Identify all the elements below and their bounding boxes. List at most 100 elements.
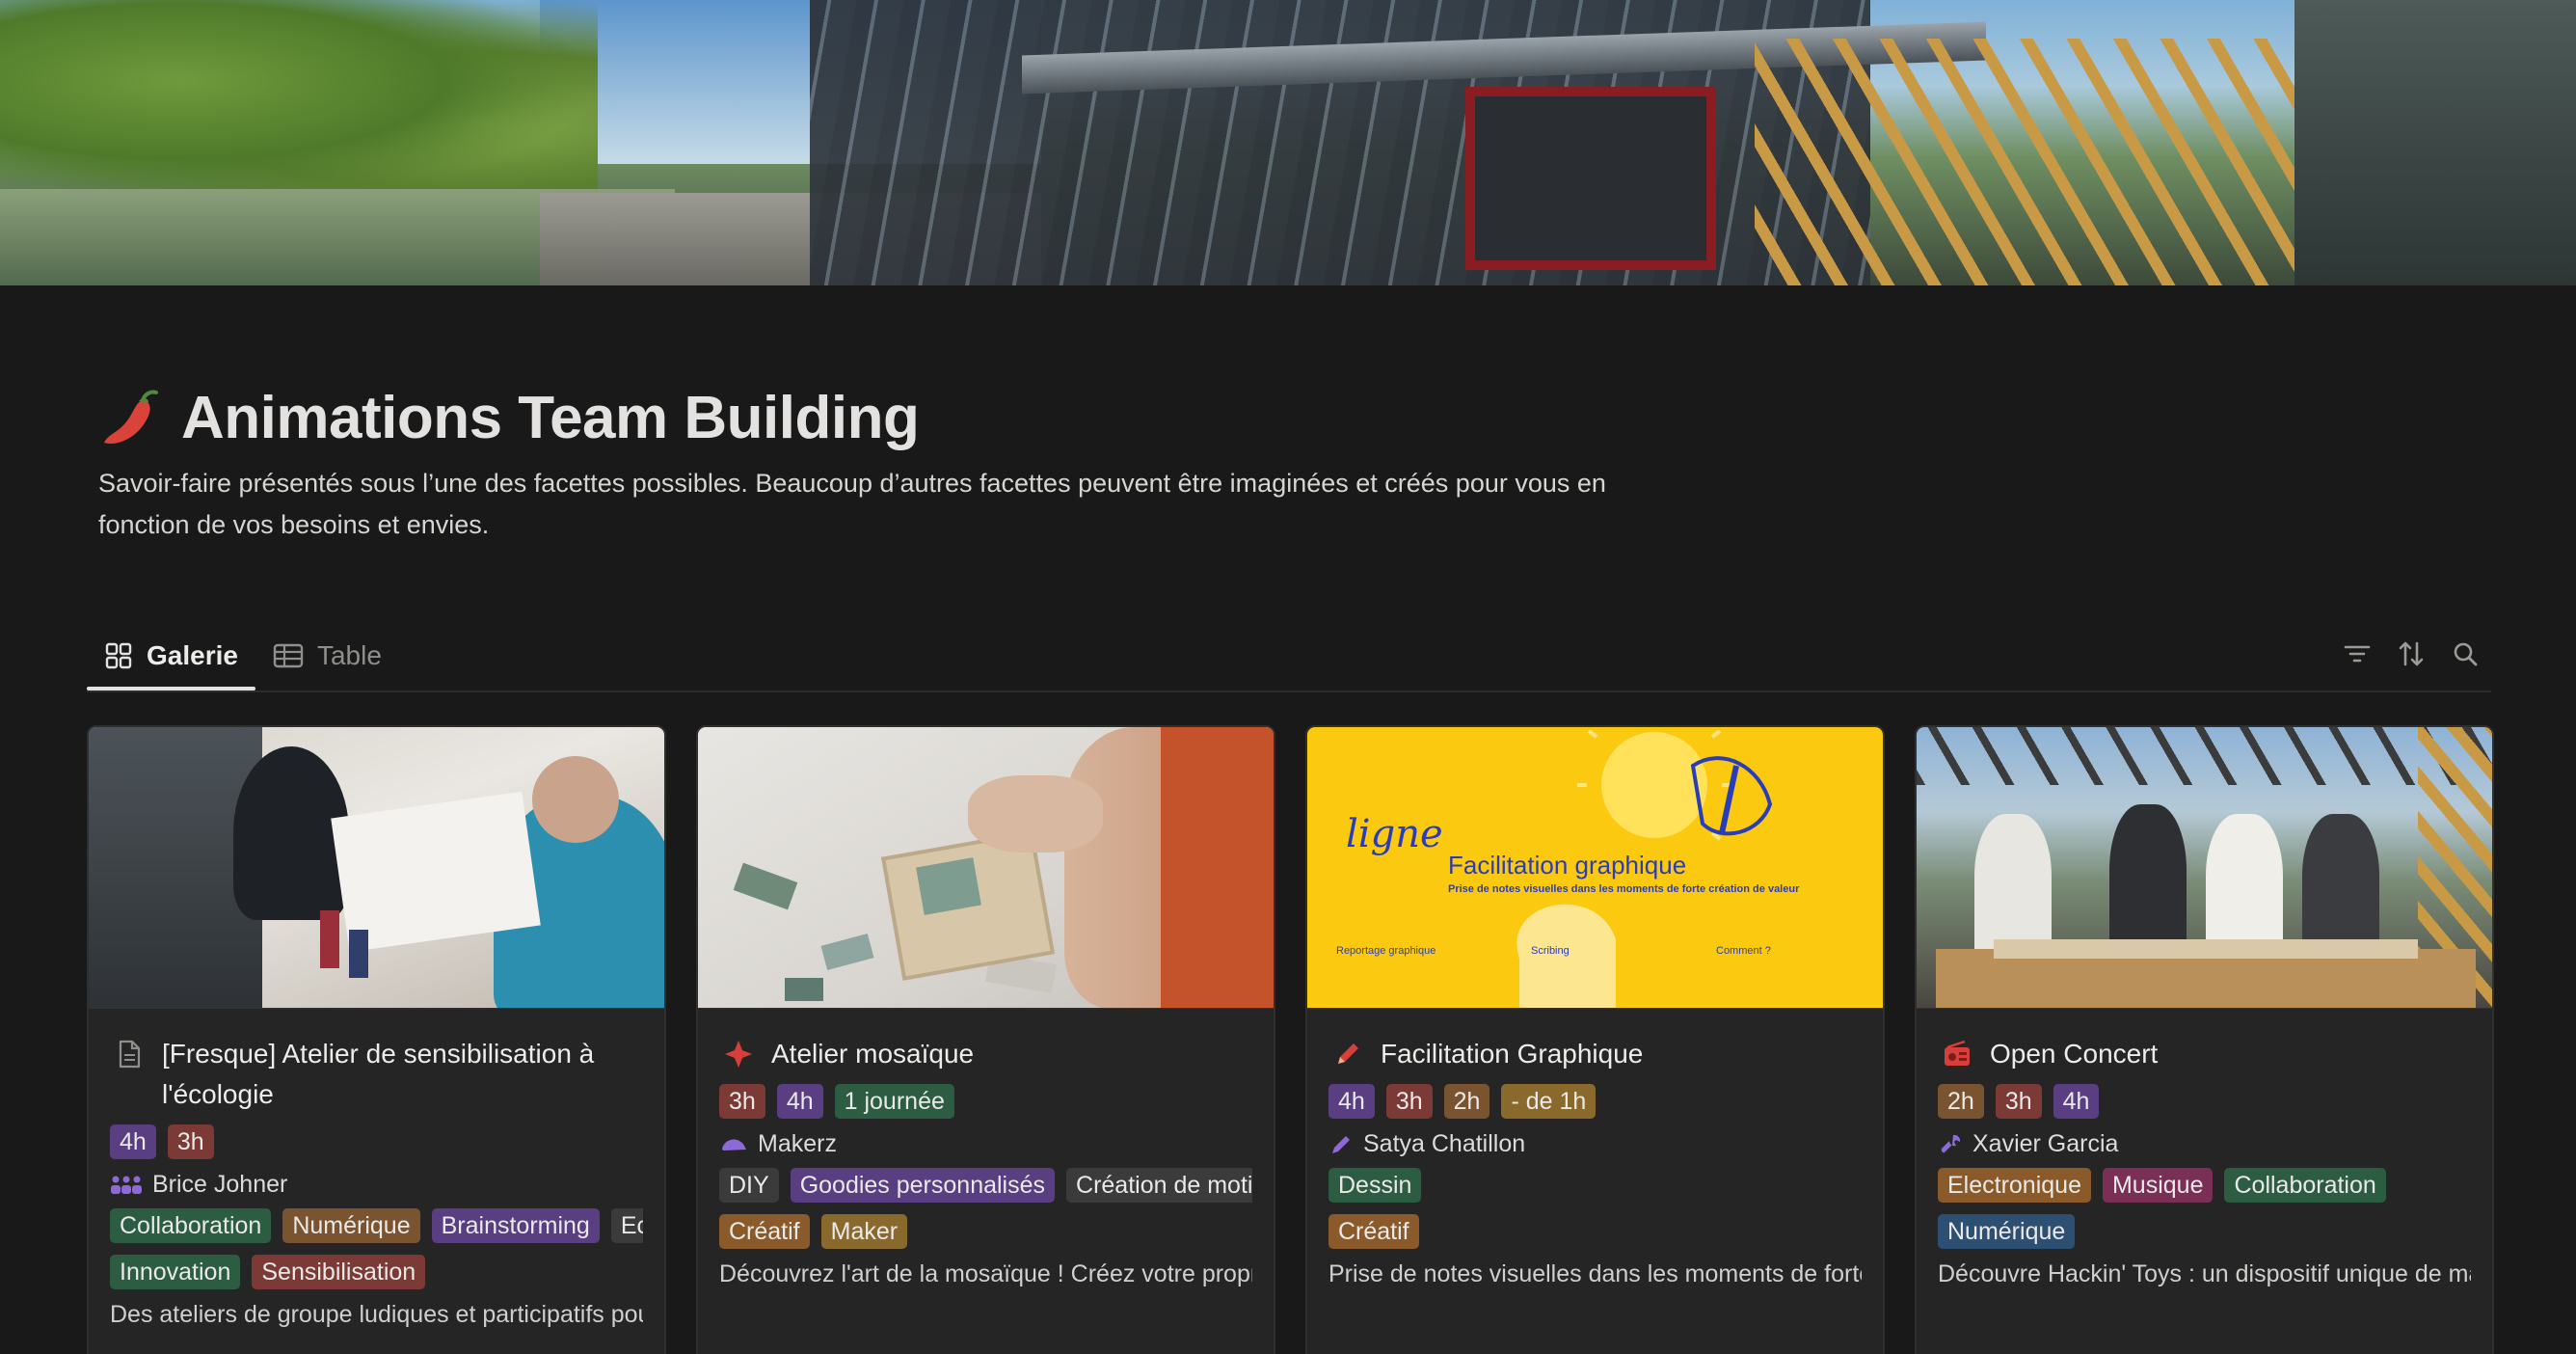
card-title[interactable]: Atelier mosaïque [719,1034,1252,1074]
duration-tag: 3h [1995,1084,2042,1119]
card-title[interactable]: Open Concert [1938,1034,2471,1074]
person-name: Xavier Garcia [1972,1130,2119,1157]
filter-icon [2344,645,2371,663]
search-icon [2454,642,2478,666]
duration-tag: 4h [1328,1084,1375,1119]
wrench-icon [1941,1134,1961,1152]
pen-icon [1332,1135,1350,1153]
duration-tag: 3h [719,1084,765,1119]
category-tags: Electronique Musique Collaboration [1938,1168,2471,1203]
pencil-icon [1338,1043,1358,1064]
duration-tags: 4h 3h [110,1124,643,1159]
category-tag: Création de motif [1066,1168,1252,1203]
cover-image [0,0,2576,285]
category-tags: Créatif Maker [719,1214,1252,1249]
card-person: Satya Chatillon [1328,1130,1862,1158]
card-cover-image: ligne Facilitation graphique Prise de no… [1307,727,1883,1009]
category-tag: Musique [2102,1168,2214,1203]
sort-button[interactable] [2395,635,2428,673]
person-name: Satya Chatillon [1363,1130,1526,1157]
card-title[interactable]: Facilitation Graphique [1328,1034,1862,1074]
duration-tag: 3h [167,1124,214,1159]
category-tags: Collaboration Numérique Brainstorming Ec [110,1208,643,1243]
gallery-card[interactable]: Open Concert 2h 3h 4h Xavier Garcia Elec… [1915,725,2494,1354]
duration-tag: 1 journée [834,1084,954,1119]
poster-brand: ligne [1346,812,1443,856]
card-description: Prise de notes visuelles dans les moment… [1328,1260,1862,1287]
category-tag: Innovation [110,1255,241,1289]
card-title[interactable]: [Fresque] Atelier de sensibilisation à l… [110,1034,643,1115]
gallery-card[interactable]: [Fresque] Atelier de sensibilisation à l… [87,725,666,1354]
page-header: Animations Team Building [96,384,920,452]
card-title-text: Open Concert [1990,1039,2159,1069]
duration-tags: 3h 4h 1 journée [719,1084,1252,1119]
category-tag: Créatif [1328,1214,1419,1249]
tab-galerie[interactable]: Galerie [87,627,255,691]
card-title-text: [Fresque] Atelier de sensibilisation à l… [162,1039,595,1109]
tab-label: Galerie [147,640,238,670]
card-cover-image [698,727,1274,1009]
poster-col-3: Comment ? [1716,945,1771,957]
document-icon [119,1040,141,1069]
card-description: Découvre Hackin' Toys : un dispositif un… [1938,1260,2471,1287]
category-tag: Numérique [1938,1214,2076,1249]
category-tags: Dessin [1328,1168,1862,1203]
card-cover-image [1917,727,2492,1009]
tabs-divider [87,691,2491,692]
card-cover-image [89,727,664,1009]
card-person: Xavier Garcia [1938,1130,2471,1158]
card-person: Makerz [719,1130,1252,1158]
chili-pepper-icon[interactable] [96,387,160,450]
duration-tag: - de 1h [1501,1084,1597,1119]
tab-table[interactable]: Table [255,627,399,685]
person-name: Brice Johner [152,1171,288,1198]
duration-tags: 2h 3h 4h [1938,1084,2471,1119]
duration-tags: 4h 3h 2h - de 1h [1328,1084,1862,1119]
category-tag: Collaboration [2224,1168,2386,1203]
category-tags: DIY Goodies personnalisés Création de mo… [719,1168,1252,1203]
duration-tag: 3h [1385,1084,1433,1119]
person-name: Makerz [758,1130,837,1157]
search-button[interactable] [2449,635,2482,673]
category-tag: Electronique [1938,1168,2091,1203]
duration-tag: 4h [2053,1084,2100,1119]
duration-tag: 4h [776,1084,823,1119]
sort-icon [2399,641,2424,666]
card-description: Découvrez l'art de la mosaïque ! Créez v… [719,1260,1252,1287]
page-description: Savoir-faire présentés sous l’une des fa… [98,469,1606,539]
view-tools [2341,635,2482,673]
poster-subtitle: Prise de notes visuelles dans les moment… [1448,883,1800,895]
category-tag: Goodies personnalisés [790,1168,1056,1203]
gallery-cards: [Fresque] Atelier de sensibilisation à l… [87,725,2494,1354]
category-tag: Brainstorming [431,1208,600,1243]
gallery-icon [105,642,132,669]
category-tag: Créatif [719,1214,810,1249]
tab-label: Table [316,640,382,670]
gallery-card[interactable]: ligne Facilitation graphique Prise de no… [1305,725,1885,1354]
page-title: Animations Team Building [181,385,920,451]
category-tag: Collaboration [110,1208,272,1243]
card-title-text: Facilitation Graphique [1381,1039,1644,1069]
category-tags: Numérique [1938,1214,2471,1249]
radio-icon [1945,1040,1970,1066]
card-description: Des ateliers de groupe ludiques et parti… [110,1301,643,1328]
category-tag: Ec [610,1208,643,1243]
people-icon [111,1176,142,1194]
duration-tag: 4h [110,1124,156,1159]
category-tags: Créatif [1328,1214,1862,1249]
poster-col-1: Reportage graphique [1336,945,1436,957]
filter-button[interactable] [2341,635,2374,673]
category-tag: Sensibilisation [252,1255,426,1289]
category-tag: Maker [820,1214,908,1249]
table-icon [273,643,304,668]
duration-tag: 2h [1443,1084,1490,1119]
poster-heading: Facilitation graphique [1448,851,1687,880]
duration-tag: 2h [1938,1084,1984,1119]
hat-icon [722,1139,746,1151]
card-person: Brice Johner [110,1171,643,1199]
category-tag: DIY [719,1168,779,1203]
poster-col-2: Scribing [1531,945,1570,957]
gallery-card[interactable]: Atelier mosaïque 3h 4h 1 journée Makerz … [696,725,1275,1354]
category-tags: Innovation Sensibilisation [110,1255,643,1289]
red-star-icon [725,1041,752,1068]
